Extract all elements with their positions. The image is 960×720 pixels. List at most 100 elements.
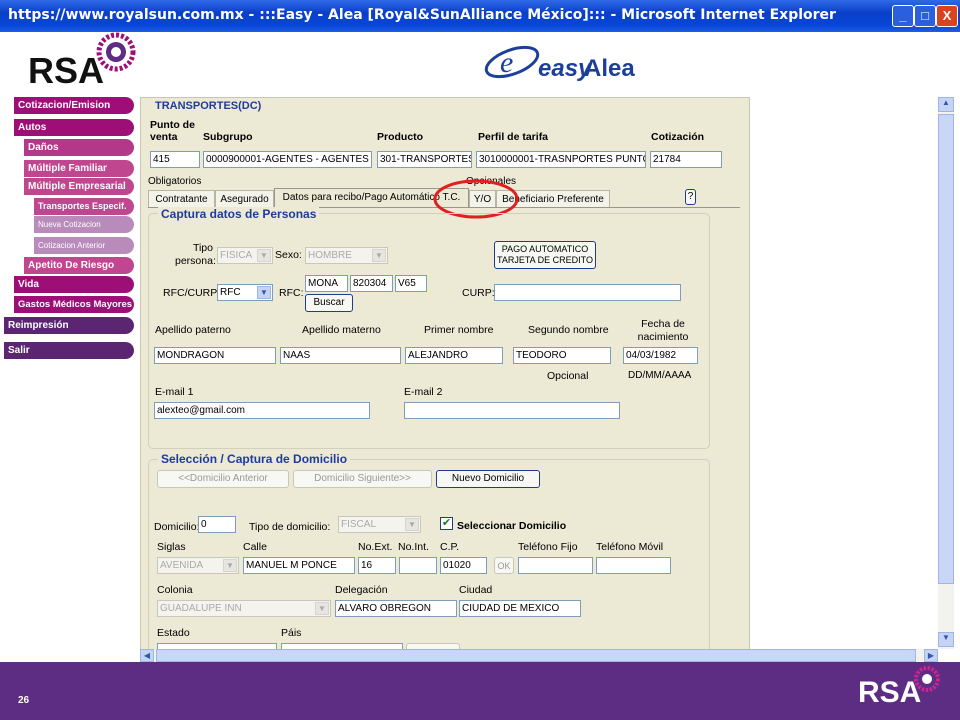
nav-autos[interactable]: Autos bbox=[14, 119, 134, 136]
colonia-select[interactable]: GUADALUPE INN ▼ bbox=[157, 600, 331, 617]
chevron-down-icon: ▼ bbox=[257, 286, 271, 299]
scroll-down-icon[interactable]: ▼ bbox=[938, 632, 954, 647]
cotizacion-field[interactable]: 21784 bbox=[650, 151, 722, 168]
calle-field[interactable]: MANUEL M PONCE bbox=[243, 557, 355, 574]
buscar-button[interactable]: Buscar bbox=[305, 294, 353, 312]
close-button[interactable]: X bbox=[936, 5, 958, 27]
punto-venta-label: Punto de venta bbox=[150, 119, 195, 143]
noext-field[interactable]: 16 bbox=[358, 557, 396, 574]
cp-field[interactable]: 01020 bbox=[440, 557, 487, 574]
tipo-persona-select[interactable]: FISICA ▼ bbox=[217, 247, 273, 264]
maximize-button[interactable]: □ bbox=[914, 5, 936, 27]
telefono-movil-label: Teléfono Móvil bbox=[596, 541, 664, 553]
rfc-part3-field[interactable]: V65 bbox=[395, 275, 427, 292]
noint-field[interactable] bbox=[399, 557, 437, 574]
section-title: TRANSPORTES(DC) bbox=[155, 100, 262, 112]
nav-danos[interactable]: Daños bbox=[24, 139, 134, 156]
punto-venta-field[interactable]: 415 bbox=[150, 151, 200, 168]
scroll-left-icon[interactable]: ◀ bbox=[140, 649, 154, 662]
horizontal-scrollbar[interactable]: ◀ ▶ bbox=[140, 649, 938, 662]
nav-salir[interactable]: Salir bbox=[4, 342, 134, 359]
noext-label: No.Ext. bbox=[358, 541, 393, 553]
domicilio-anterior-button[interactable]: <<Domicilio Anterior bbox=[157, 470, 289, 488]
obligatorios-label: Obligatorios bbox=[148, 176, 202, 187]
scroll-thumb[interactable] bbox=[938, 114, 954, 584]
nav-vida[interactable]: Vida bbox=[14, 276, 134, 293]
help-button[interactable]: ? bbox=[685, 189, 696, 205]
ciudad-field[interactable]: CIUDAD DE MEXICO bbox=[459, 600, 581, 617]
email2-field[interactable] bbox=[404, 402, 620, 419]
nav-transportes-especif[interactable]: Transportes Especif. bbox=[34, 198, 134, 215]
chevron-down-icon: ▼ bbox=[405, 518, 419, 531]
nav-cotizacion-emision[interactable]: Cotizacion/Emision bbox=[14, 97, 134, 114]
rfc-curp-label: RFC/CURP: bbox=[163, 287, 221, 299]
nav-gastos-medicos[interactable]: Gastos Médicos Mayores bbox=[14, 296, 134, 313]
vertical-scrollbar[interactable]: ▲ ▼ bbox=[938, 97, 954, 649]
nav-cotizacion-anterior[interactable]: Cotizacion Anterior bbox=[34, 237, 134, 254]
nuevo-domicilio-button[interactable]: Nuevo Domicilio bbox=[436, 470, 540, 488]
seleccionar-domicilio-checkbox[interactable]: ✔ bbox=[440, 517, 453, 530]
tipo-persona-label: Tipo persona: bbox=[175, 242, 216, 267]
estado-label: Estado bbox=[157, 627, 190, 639]
curp-label: CURP: bbox=[462, 287, 495, 299]
rfc-part1-field[interactable]: MONA bbox=[305, 275, 348, 292]
apellido-materno-field[interactable]: NAAS bbox=[280, 347, 401, 364]
nav-multiple-empresarial[interactable]: Múltiple Empresarial bbox=[24, 178, 134, 195]
fecha-nacimiento-label: Fecha de nacimiento bbox=[637, 318, 689, 343]
pago-button-line1: PAGO AUTOMATICO bbox=[501, 244, 589, 254]
chevron-down-icon: ▼ bbox=[223, 559, 237, 572]
curp-field[interactable] bbox=[494, 284, 681, 301]
nav-apetito-riesgo[interactable]: Apetito De Riesgo bbox=[24, 257, 134, 274]
scroll-up-icon[interactable]: ▲ bbox=[938, 97, 954, 112]
siglas-select[interactable]: AVENIDA ▼ bbox=[157, 557, 239, 574]
sexo-select[interactable]: HOMBRE ▼ bbox=[305, 247, 388, 264]
producto-field[interactable]: 301-TRANSPORTES bbox=[377, 151, 472, 168]
perfil-field[interactable]: 3010000001-TRASNPORTES PUNTO bbox=[476, 151, 646, 168]
scroll-right-icon[interactable]: ▶ bbox=[924, 649, 938, 662]
domicilio-label: Domicilio: bbox=[154, 521, 200, 533]
apellido-paterno-field[interactable]: MONDRAGON bbox=[154, 347, 276, 364]
minimize-button[interactable]: _ bbox=[892, 5, 914, 27]
primer-nombre-field[interactable]: ALEJANDRO bbox=[405, 347, 503, 364]
pais-label: Páis bbox=[281, 627, 302, 639]
subgrupo-field[interactable]: 0000900001-AGENTES - AGENTES bbox=[203, 151, 372, 168]
fecha-nacimiento-field[interactable]: 04/03/1982 bbox=[623, 347, 698, 364]
perfil-label: Perfil de tarifa bbox=[478, 131, 549, 143]
cotizacion-label: Cotización bbox=[651, 131, 705, 143]
email1-field[interactable]: alexteo@gmail.com bbox=[154, 402, 370, 419]
ciudad-label: Ciudad bbox=[459, 584, 493, 596]
rfc-curp-select[interactable]: RFC ▼ bbox=[217, 284, 273, 301]
rfc-curp-value: RFC bbox=[220, 287, 241, 298]
delegacion-field[interactable]: ALVARO OBREGON bbox=[335, 600, 457, 617]
colonia-label: Colonia bbox=[157, 584, 193, 596]
tipo-persona-value: FISICA bbox=[220, 250, 253, 261]
nav-reimpresion[interactable]: Reimpresión bbox=[4, 317, 134, 334]
rfc-label: RFC: bbox=[279, 287, 304, 299]
telefono-movil-field[interactable] bbox=[596, 557, 671, 574]
pago-automatico-button[interactable]: PAGO AUTOMATICO TARJETA DE CREDITO bbox=[494, 241, 596, 269]
segundo-nombre-label: Segundo nombre bbox=[528, 324, 609, 336]
tab-asegurado[interactable]: Asegurado bbox=[215, 190, 274, 208]
chevron-down-icon: ▼ bbox=[315, 602, 329, 615]
nav-multiple-familiar[interactable]: Múltiple Familiar bbox=[24, 160, 134, 177]
telefono-fijo-field[interactable] bbox=[518, 557, 593, 574]
telefono-fijo-label: Teléfono Fijo bbox=[518, 541, 578, 553]
fecha-formato-hint: DD/MM/AAAA bbox=[628, 370, 692, 381]
sexo-value: HOMBRE bbox=[308, 250, 352, 261]
cp-label: C.P. bbox=[440, 541, 460, 553]
producto-label: Producto bbox=[377, 131, 424, 143]
scroll-thumb-horizontal[interactable] bbox=[156, 649, 916, 662]
domicilio-siguiente-button[interactable]: Domicilio Siguiente>> bbox=[293, 470, 432, 488]
apellido-materno-label: Apellido materno bbox=[302, 324, 381, 336]
tipo-domicilio-select[interactable]: FISCAL ▼ bbox=[338, 516, 421, 533]
subgrupo-label: Subgrupo bbox=[203, 131, 253, 143]
slide-footer: 26 RSA bbox=[0, 662, 960, 720]
cp-ok-button[interactable]: OK bbox=[494, 557, 514, 574]
footer-rsa-flower-icon bbox=[914, 666, 940, 692]
tab-contratante[interactable]: Contratante bbox=[148, 190, 215, 208]
segundo-nombre-field[interactable]: TEODORO bbox=[513, 347, 611, 364]
easyalea-e: e bbox=[500, 46, 513, 79]
nav-nueva-cotizacion[interactable]: Nueva Cotizacion bbox=[34, 216, 134, 233]
domicilio-field[interactable]: 0 bbox=[198, 516, 236, 533]
rfc-part2-field[interactable]: 820304 bbox=[350, 275, 393, 292]
